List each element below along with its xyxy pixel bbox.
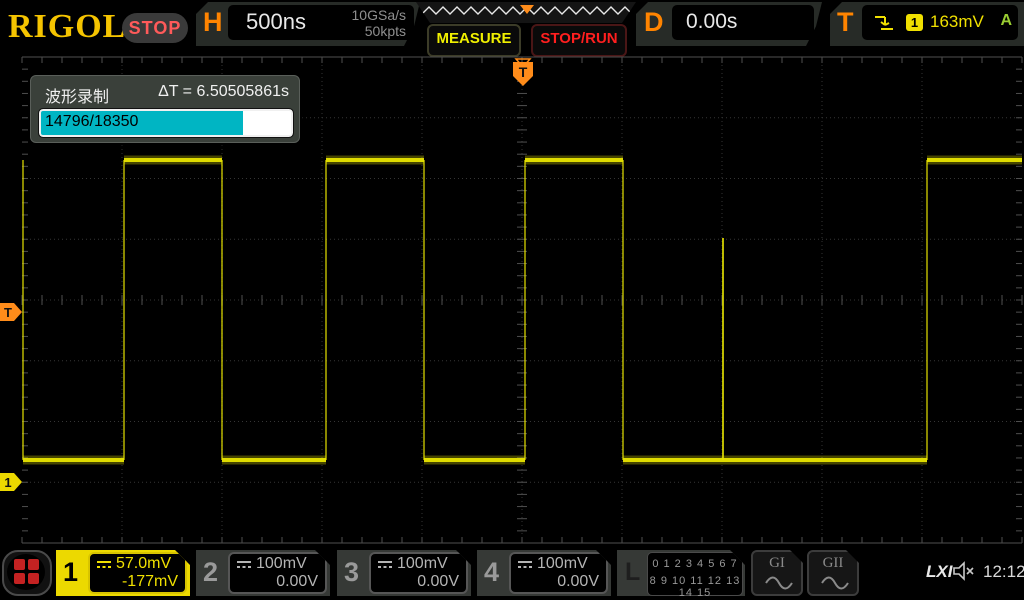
channel-3-number: 3 <box>344 557 359 588</box>
horizontal-label: H <box>203 7 223 38</box>
channel-1-offset-label: 1 <box>4 475 11 490</box>
sine-wave-icon <box>821 574 849 592</box>
memory-depth: 50kpts <box>352 23 406 39</box>
samplerate-memdepth: 10GSa/s 50kpts <box>352 7 406 39</box>
logic-analyzer-label: L <box>625 558 640 587</box>
logic-analyzer-button[interactable]: L 0 1 2 3 4 5 6 7 8 9 10 11 12 13 14 15 <box>617 550 745 596</box>
channel-2-button[interactable]: 2 100mV 0.00V <box>196 550 330 596</box>
clock: 12:12 <box>983 562 1024 582</box>
bottom-channel-bar: 1 57.0mV -177mV 2 100mV 0.00V 3 100mV 0.… <box>0 548 1024 600</box>
waveform-display-area: T T 1 波形录制 ΔT = 6.50505861s 14796/18350 <box>0 56 1024 548</box>
stop-run-button[interactable]: STOP/RUN <box>531 24 627 57</box>
trigger-sweep-mode: A <box>1000 12 1012 30</box>
channel-2-offset: 0.00V <box>276 573 318 591</box>
generator-1-label: GI <box>753 555 801 572</box>
rigol-logo: RIGOL <box>8 8 126 46</box>
record-progress-text: 14796/18350 <box>45 113 138 131</box>
record-progress-bar: 14796/18350 <box>39 109 293 137</box>
channel-1-number: 1 <box>63 557 78 588</box>
delay-value: 0.00s <box>686 10 737 34</box>
run-state-badge[interactable]: STOP <box>122 13 188 43</box>
delay-label: D <box>644 7 664 38</box>
channel-1-button[interactable]: 1 57.0mV -177mV <box>56 550 190 596</box>
digital-channels-row2: 8 9 10 11 12 13 14 15 <box>648 575 742 599</box>
channel-3-button[interactable]: 3 100mV 0.00V <box>337 550 471 596</box>
generator-1-button[interactable]: GI <box>751 550 803 596</box>
trigger-level-value: 163mV <box>930 12 984 32</box>
generator-2-label: GII <box>809 555 857 572</box>
trigger-level-label: T <box>4 305 12 320</box>
timebase-value: 500ns <box>246 9 306 35</box>
digital-channels-box: 0 1 2 3 4 5 6 7 8 9 10 11 12 13 14 15 <box>647 552 743 596</box>
channel-4-button[interactable]: 4 100mV 0.00V <box>477 550 611 596</box>
record-timeline-strip[interactable] <box>416 2 636 23</box>
dc-coupling-icon <box>236 559 252 569</box>
channel-2-number: 2 <box>203 557 218 588</box>
record-popup-title: 波形录制 <box>45 83 109 107</box>
trigger-label: T <box>837 7 854 38</box>
channel-4-number: 4 <box>484 557 499 588</box>
oscilloscope-screen: RIGOL STOP H 500ns 10GSa/s 50kpts MEASUR… <box>0 0 1024 600</box>
dc-coupling-icon <box>517 559 533 569</box>
trigger-box[interactable]: 1 163mV A <box>862 5 1018 40</box>
measure-button[interactable]: MEASURE <box>427 24 521 57</box>
channel-4-offset: 0.00V <box>557 573 599 591</box>
generator-2-button[interactable]: GII <box>807 550 859 596</box>
channel-3-scale: 100mV <box>397 555 448 573</box>
delay-box[interactable]: 0.00s <box>672 5 814 40</box>
channel-1-offset: -177mV <box>122 573 178 591</box>
sine-wave-icon <box>765 574 793 592</box>
channel-4-values: 100mV 0.00V <box>509 552 608 594</box>
channel-3-values: 100mV 0.00V <box>369 552 468 594</box>
channel-1-scale: 57.0mV <box>116 555 171 573</box>
digital-channels-row1: 0 1 2 3 4 5 6 7 <box>648 558 742 570</box>
waveform-record-popup: 波形录制 ΔT = 6.50505861s 14796/18350 <box>30 75 300 143</box>
dc-coupling-icon <box>96 559 112 569</box>
record-delta-t: ΔT = 6.50505861s <box>158 83 289 101</box>
trigger-position-label: T <box>519 64 528 80</box>
falling-edge-icon <box>872 13 896 33</box>
speaker-muted-icon[interactable] <box>952 561 978 581</box>
channel-3-offset: 0.00V <box>417 573 459 591</box>
record-zigzag-icon <box>416 2 636 23</box>
channel-4-scale: 100mV <box>537 555 588 573</box>
channel-2-scale: 100mV <box>256 555 307 573</box>
top-status-bar: RIGOL STOP H 500ns 10GSa/s 50kpts MEASUR… <box>0 0 1024 56</box>
sample-rate: 10GSa/s <box>352 7 406 23</box>
channel-1-values: 57.0mV -177mV <box>88 552 187 594</box>
menu-button[interactable] <box>2 550 52 596</box>
channel-2-values: 100mV 0.00V <box>228 552 327 594</box>
lxi-logo: LXI <box>926 562 952 582</box>
dc-coupling-icon <box>377 559 393 569</box>
menu-grid-icon <box>7 554 45 590</box>
trigger-source-badge: 1 <box>906 14 923 31</box>
timebase-box[interactable]: 500ns 10GSa/s 50kpts <box>228 5 414 40</box>
